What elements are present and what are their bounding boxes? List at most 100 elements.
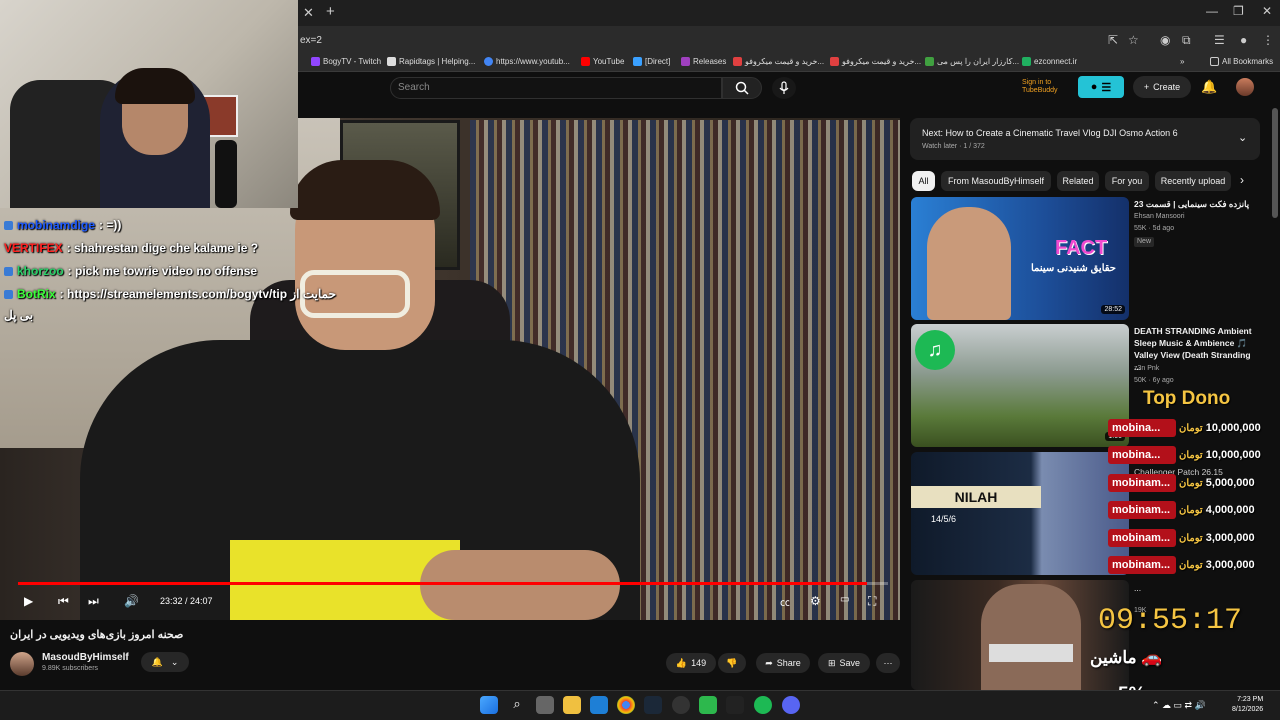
rec-thumb-subtext: حقایق شنیدنی سینما bbox=[1031, 263, 1116, 274]
rec-title[interactable]: ... bbox=[1134, 582, 1259, 594]
bookmark-item[interactable]: BogyTV - Twitch bbox=[311, 57, 381, 66]
chevron-down-icon[interactable]: ⌄ bbox=[1238, 131, 1247, 144]
bookmarks-overflow-icon[interactable]: » bbox=[1180, 57, 1184, 66]
save-button[interactable]: ⊞ Save bbox=[818, 653, 870, 673]
app-icon[interactable] bbox=[699, 696, 717, 714]
bookmark-item[interactable]: YouTube bbox=[581, 57, 624, 66]
minimize-icon[interactable]: — bbox=[1206, 4, 1218, 18]
search-input[interactable] bbox=[390, 77, 722, 99]
bookmark-favicon-icon bbox=[1022, 57, 1031, 66]
extension-icon[interactable]: ◉ bbox=[1160, 33, 1170, 47]
bookmark-star-icon[interactable]: ☆ bbox=[1128, 33, 1139, 47]
rec-channel[interactable]: Ehsan Mansoori bbox=[1134, 212, 1185, 222]
search-button[interactable] bbox=[722, 77, 762, 99]
file-explorer-icon[interactable] bbox=[563, 696, 581, 714]
previous-icon[interactable]: ⏮ bbox=[58, 594, 69, 609]
start-menu-icon[interactable] bbox=[480, 696, 498, 714]
tubebuddy-signin-link[interactable]: Sign in to TubeBuddy bbox=[1022, 79, 1058, 95]
webcam-hair bbox=[115, 68, 195, 104]
discord-icon[interactable] bbox=[782, 696, 800, 714]
bookmark-item[interactable]: خرید و قیمت میکروفو... bbox=[830, 57, 921, 66]
close-window-icon[interactable]: ✕ bbox=[1262, 4, 1272, 18]
rec-thumbnail[interactable]: NILAH 14/5/6 25 bbox=[911, 452, 1129, 575]
bookmark-item[interactable]: https://www.youtub... bbox=[484, 57, 570, 66]
share-icon: ➦ bbox=[765, 657, 773, 668]
bookmark-item[interactable]: خرید و قیمت میکروفو... bbox=[733, 57, 824, 66]
chat-user: VERTIFEX bbox=[4, 241, 63, 255]
chip-recently-uploaded[interactable]: Recently upload bbox=[1155, 171, 1231, 191]
signin-line2: TubeBuddy bbox=[1022, 87, 1058, 94]
page-scrollbar[interactable] bbox=[1272, 108, 1278, 218]
like-button[interactable]: 👍 149 bbox=[666, 653, 716, 673]
rec-channel[interactable]: z3n Pnk bbox=[1134, 364, 1159, 374]
bookmark-item[interactable]: کارزار ایران را پس می... bbox=[925, 57, 1019, 66]
video-progress-fill bbox=[18, 582, 868, 585]
tray-icons[interactable]: ⌃ ☁ ▭ ⇄ 🔊 bbox=[1152, 700, 1206, 711]
chip-all[interactable]: All bbox=[912, 171, 935, 191]
more-actions-button[interactable]: ⋯ bbox=[876, 653, 900, 673]
chat-user: khorzoo bbox=[17, 264, 64, 278]
volume-icon[interactable]: 🔊 bbox=[124, 594, 139, 608]
settings-gear-icon[interactable]: ⚙ bbox=[810, 594, 821, 608]
chevron-right-icon[interactable]: › bbox=[1240, 173, 1244, 187]
chip-related[interactable]: Related bbox=[1057, 171, 1099, 191]
playlist-next-card[interactable] bbox=[910, 118, 1260, 160]
rec-thumbnail[interactable] bbox=[911, 580, 1129, 690]
bookmark-favicon-icon bbox=[311, 57, 320, 66]
bookmark-item[interactable]: [Direct] bbox=[633, 57, 670, 66]
notifications-bell-icon[interactable]: 🔔 bbox=[1201, 79, 1217, 95]
chrome-icon[interactable] bbox=[617, 696, 635, 714]
channel-name[interactable]: MasoudByHimself bbox=[42, 652, 129, 663]
steam-icon[interactable] bbox=[644, 696, 662, 714]
rec-title[interactable]: پانزده فکت سینمایی | قسمت 23 bbox=[1134, 198, 1259, 210]
captions-icon[interactable]: ㏄ bbox=[780, 594, 790, 609]
app-icon[interactable] bbox=[590, 696, 608, 714]
task-view-icon[interactable] bbox=[536, 696, 554, 714]
tubebuddy-button[interactable]: ● ☰ bbox=[1078, 76, 1124, 98]
account-avatar[interactable] bbox=[1236, 78, 1254, 96]
rec-meta: 55K · 5d ago bbox=[1134, 225, 1175, 232]
thumbs-up-icon: 👍 bbox=[675, 657, 688, 668]
folder-icon bbox=[1210, 57, 1219, 66]
chip-for-you[interactable]: For you bbox=[1105, 171, 1149, 191]
chip-from-channel[interactable]: From MasoudByHimself bbox=[941, 171, 1051, 191]
chat-user: mobinamdige bbox=[17, 218, 96, 232]
donation-unit: تومان bbox=[1179, 559, 1203, 571]
taskbar-clock[interactable]: 7:23 PM 8/12/2026 bbox=[1232, 695, 1263, 715]
reading-list-icon[interactable]: ☰ bbox=[1214, 33, 1225, 47]
tab-close-icon[interactable]: ✕ bbox=[303, 5, 314, 21]
url-field[interactable]: ex=2 bbox=[300, 35, 322, 46]
new-badge: New bbox=[1134, 237, 1155, 247]
app-icon[interactable] bbox=[726, 696, 744, 714]
browser-menu-icon[interactable]: ⋮ bbox=[1262, 33, 1274, 47]
profile-icon[interactable]: ● bbox=[1240, 33, 1247, 47]
dislike-button[interactable]: 👎 bbox=[718, 653, 746, 673]
create-button[interactable]: + Create bbox=[1133, 76, 1191, 98]
rec-thumbnail[interactable]: FACT حقایق شنیدنی سینما 28:52 bbox=[911, 197, 1129, 320]
voice-search-button[interactable] bbox=[772, 77, 796, 99]
subscribed-button[interactable]: 🔔 ⌄ bbox=[141, 652, 189, 672]
app-icon[interactable] bbox=[672, 696, 690, 714]
search-icon[interactable]: ⌕ bbox=[508, 696, 526, 714]
next-icon[interactable]: ⏭ bbox=[88, 594, 99, 609]
all-bookmarks-link[interactable]: All Bookmarks bbox=[1210, 57, 1273, 66]
play-icon[interactable]: ▶ bbox=[24, 594, 33, 608]
rec-thumb-person bbox=[927, 207, 1011, 320]
share-button[interactable]: ➦ Share bbox=[756, 653, 810, 673]
hamburger-icon: ☰ bbox=[1101, 81, 1112, 94]
plus-icon: + bbox=[1143, 82, 1150, 92]
channel-avatar[interactable] bbox=[10, 652, 34, 676]
extensions-puzzle-icon[interactable]: ⧉ bbox=[1182, 33, 1191, 48]
maximize-icon[interactable]: ❐ bbox=[1233, 4, 1244, 18]
chat-badge-icon bbox=[4, 289, 13, 299]
miniplayer-icon[interactable]: ▭ bbox=[840, 594, 849, 605]
fullscreen-icon[interactable]: ⛶ bbox=[868, 594, 876, 609]
spotify-icon[interactable] bbox=[754, 696, 772, 714]
rec-thumbnail[interactable]: ♫ 1:00 bbox=[911, 324, 1129, 447]
signin-line1: Sign in to bbox=[1022, 79, 1052, 86]
bookmark-item[interactable]: Rapidtags | Helping... bbox=[387, 57, 475, 66]
new-tab-icon[interactable]: + bbox=[326, 3, 335, 20]
install-icon[interactable]: ⇱ bbox=[1108, 33, 1118, 47]
bookmark-item[interactable]: ezconnect.ir bbox=[1022, 57, 1077, 66]
bookmark-item[interactable]: Releases bbox=[681, 57, 726, 66]
